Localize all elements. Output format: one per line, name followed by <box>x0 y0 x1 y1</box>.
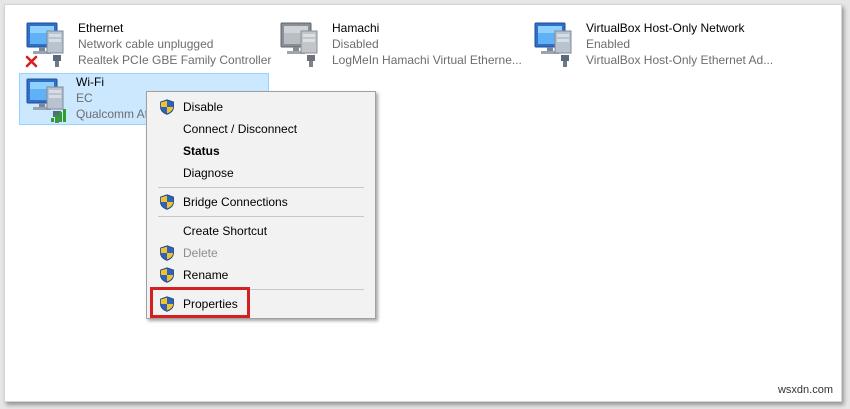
adapter-virtualbox[interactable]: VirtualBox Host-Only Network Enabled Vir… <box>529 19 779 71</box>
adapter-hamachi[interactable]: Hamachi Disabled LogMeIn Hamachi Virtual… <box>275 19 525 71</box>
menu-item-label: Disable <box>183 100 224 114</box>
adapter-name: Hamachi <box>332 21 380 35</box>
adapter-name: Wi-Fi <box>76 75 104 89</box>
uac-shield-icon <box>159 194 175 210</box>
adapter-name: Ethernet <box>78 21 124 35</box>
adapter-name: VirtualBox Host-Only Network <box>586 21 745 35</box>
menu-item-label: Status <box>183 144 220 158</box>
menu-item-rename[interactable]: Rename <box>147 264 375 286</box>
uac-shield-icon <box>159 267 175 283</box>
network-adapter-icon <box>529 19 579 69</box>
properties-highlight-box <box>150 287 250 318</box>
menu-item-label: Diagnose <box>183 166 234 180</box>
menu-item-bridge-connections[interactable]: Bridge Connections <box>147 191 375 213</box>
menu-item-label: Delete <box>183 246 218 260</box>
adapter-status: Disabled <box>332 37 379 51</box>
adapter-device: LogMeIn Hamachi Virtual Etherne... <box>332 53 522 67</box>
menu-item-status[interactable]: Status <box>147 140 375 162</box>
menu-item-diagnose[interactable]: Diagnose <box>147 162 375 184</box>
menu-separator <box>158 187 364 188</box>
adapter-status: EC <box>76 91 93 105</box>
adapter-device: Qualcomm At <box>76 107 149 121</box>
menu-item-label: Rename <box>183 268 229 282</box>
menu-item-create-shortcut[interactable]: Create Shortcut <box>147 220 375 242</box>
menu-item-disable[interactable]: Disable <box>147 96 375 118</box>
signal-bars-icon <box>51 109 66 122</box>
menu-item-label: Bridge Connections <box>183 195 288 209</box>
disconnected-x-icon <box>25 55 38 68</box>
uac-shield-icon <box>159 245 175 261</box>
network-adapter-icon <box>275 19 325 69</box>
adapter-ethernet[interactable]: Ethernet Network cable unplugged Realtek… <box>21 19 271 71</box>
adapter-status: Enabled <box>586 37 631 51</box>
adapter-device: Realtek PCIe GBE Family Controller <box>78 53 272 67</box>
menu-separator <box>158 216 364 217</box>
watermark: wsxdn.com <box>777 384 833 396</box>
menu-item-label: Create Shortcut <box>183 224 268 238</box>
menu-item-delete: Delete <box>147 242 375 264</box>
uac-shield-icon <box>159 99 175 115</box>
adapter-status: Network cable unplugged <box>78 37 214 51</box>
network-connections-window: Ethernet Network cable unplugged Realtek… <box>4 4 842 402</box>
menu-item-connect-disconnect[interactable]: Connect / Disconnect <box>147 118 375 140</box>
menu-item-label: Connect / Disconnect <box>183 122 298 136</box>
context-menu: Disable Connect / Disconnect Status Diag… <box>146 91 376 319</box>
adapter-device: VirtualBox Host-Only Ethernet Ad... <box>586 53 774 67</box>
